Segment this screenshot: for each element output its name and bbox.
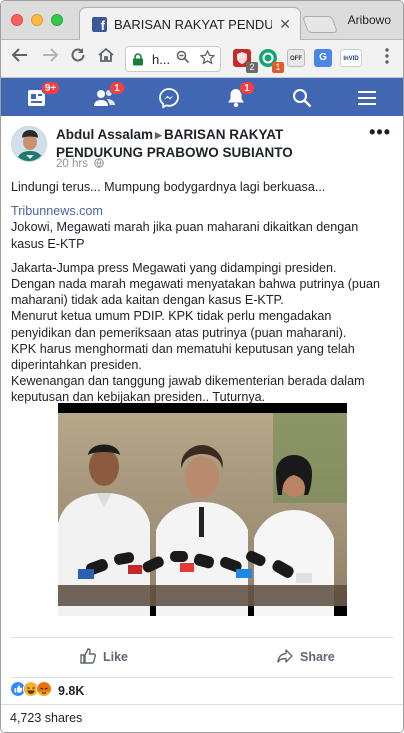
lock-icon (133, 53, 143, 66)
timestamp-text: 20 hrs (56, 158, 88, 170)
invid-extension-icon[interactable]: InVID (340, 49, 362, 67)
pages-badge: 9+ (41, 81, 61, 95)
browser-menu-button[interactable] (385, 47, 389, 69)
reload-button[interactable] (67, 46, 89, 70)
author-avatar[interactable] (11, 126, 47, 162)
divider (1, 704, 403, 705)
author-name[interactable]: Abdul Assalam (56, 127, 153, 142)
off-extension-label: OFF (290, 56, 302, 62)
post-text-line: Jokowi, Megawati marah jika puan maharan… (11, 220, 359, 235)
menu-nav-button[interactable] (357, 84, 387, 112)
post-text-line: Lindungi terus... Mumpung bodygardnya la… (11, 180, 326, 194)
post-text-line: Jakarta-Jumpa press Megawati yang didamp… (11, 260, 337, 275)
profile-name[interactable]: Aribowo (348, 13, 391, 27)
grammarly-extension-icon[interactable]: 1 (259, 49, 284, 73)
translate-extension-icon[interactable]: G (314, 49, 332, 67)
pages-nav-button[interactable]: 9+ (26, 81, 61, 112)
post-text-line: penyidikan dan pemeriksaan atas putrinya… (11, 325, 347, 340)
bookmark-star-icon[interactable] (199, 49, 216, 68)
back-button[interactable] (9, 46, 31, 70)
invid-extension-label: InVID (343, 56, 359, 62)
link-source[interactable]: Tribunnews.com (11, 203, 396, 219)
reaction-count[interactable]: 9.8K (58, 684, 84, 698)
forward-arrow-icon (43, 48, 59, 62)
messenger-nav-button[interactable] (158, 84, 188, 112)
profile-photo (12, 127, 46, 161)
off-extension-icon[interactable]: OFF (287, 49, 305, 67)
post-options-button[interactable]: ••• (369, 122, 391, 143)
tab-title: BARISAN RAKYAT PENDUKUNG PRABOWO SUBIANT… (114, 17, 272, 32)
ublock-badge: 2 (246, 62, 258, 73)
angry-reaction-icon (36, 681, 52, 697)
globe-privacy-icon (94, 158, 104, 168)
home-icon (98, 47, 114, 62)
friend-requests-nav-button[interactable]: 1 (93, 81, 125, 112)
divider (11, 677, 393, 678)
back-arrow-icon (11, 48, 27, 62)
kebab-menu-icon (385, 48, 389, 64)
post-text-line: KPK harus menghormati dan mematuhi keput… (11, 341, 355, 356)
facebook-post: Abdul Assalam ▶ BARISAN RAKYAT PENDUKUNG P… (1, 116, 403, 732)
shared-to-arrow-icon: ▶ (155, 130, 162, 140)
post-text-line: Menurut ketua umum PDIP. KPK tidak perlu… (11, 309, 332, 324)
post-text-line: Dengan nada marah megawati menyatakan ba… (11, 277, 380, 292)
browser-toolbar: h... 2 1 OFF G InVID (1, 40, 403, 78)
post-text-line: diperintahkan presiden. (11, 358, 142, 373)
notifications-badge: 1 (239, 81, 255, 95)
hamburger-menu-icon (358, 91, 376, 105)
search-icon (293, 89, 312, 108)
like-label: Like (103, 650, 129, 664)
notifications-nav-button[interactable]: 1 (225, 81, 255, 112)
share-count[interactable]: 4,723 shares (10, 711, 82, 725)
post-timestamp[interactable]: 20 hrs (56, 158, 104, 170)
address-bar[interactable]: h... (125, 46, 221, 72)
tab-close-icon[interactable]: ✕ (279, 16, 291, 32)
friend-requests-badge: 1 (109, 81, 125, 95)
facebook-nav-bar: 9+ 1 1 (1, 78, 403, 116)
home-button[interactable] (95, 46, 117, 70)
post-header: Abdul Assalam ▶ BARISAN RAKYAT PENDUKUNG P… (56, 126, 366, 161)
translate-extension-label: G (319, 52, 327, 63)
thumbs-up-icon (80, 648, 96, 664)
forward-button[interactable] (39, 46, 61, 70)
url-text: h... (152, 52, 171, 67)
post-text-line: maharani) tidak ada kaitan dengan kasus … (11, 293, 284, 308)
grammarly-badge: 1 (272, 62, 284, 73)
browser-tab[interactable]: f BARISAN RAKYAT PENDUKUNG PRABOWO SUBIA… (79, 7, 301, 41)
search-nav-button[interactable] (291, 84, 321, 112)
close-window-button[interactable] (11, 14, 23, 26)
post-text-line: kasus E-KTP (11, 236, 85, 251)
divider (11, 637, 393, 638)
share-button[interactable]: Share (276, 647, 335, 665)
post-text-line: Kewenangan dan tanggung jawab dikementer… (11, 374, 365, 389)
tab-strip: f BARISAN RAKYAT PENDUKUNG PRABOWO SUBIA… (1, 1, 403, 41)
browser-window: f BARISAN RAKYAT PENDUKUNG PRABOWO SUBIA… (0, 0, 404, 733)
share-label: Share (300, 650, 335, 664)
share-arrow-icon (277, 649, 293, 663)
zoom-search-icon[interactable] (176, 50, 190, 67)
facebook-favicon-icon: f (92, 17, 107, 32)
minimize-window-button[interactable] (31, 14, 43, 26)
ublock-extension-icon[interactable]: 2 (233, 49, 258, 73)
like-button[interactable]: Like (79, 647, 128, 665)
press-conference-image (58, 403, 347, 616)
post-text: Lindungi terus... Mumpung bodygardnya la… (11, 179, 396, 406)
post-photo[interactable] (58, 403, 347, 616)
messenger-icon (159, 88, 179, 109)
maximize-window-button[interactable] (51, 14, 63, 26)
reload-icon (71, 48, 85, 62)
new-tab-button[interactable] (301, 16, 339, 33)
